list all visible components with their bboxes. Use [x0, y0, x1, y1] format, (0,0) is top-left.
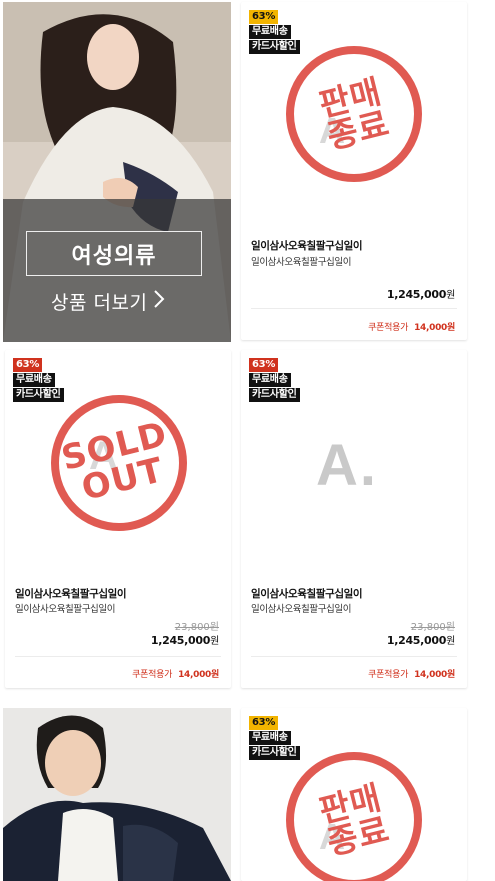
coupon-value: 14,000원 — [178, 670, 219, 680]
chevron-right-icon — [153, 289, 165, 314]
original-price: 23,800원 — [174, 622, 219, 633]
price-currency: 원 — [446, 636, 455, 647]
divider — [15, 656, 221, 657]
price-currency: 원 — [210, 636, 219, 647]
sold-out-stamp: 판매 종료 — [286, 752, 422, 881]
original-price: 23,800원 — [410, 622, 455, 633]
free-shipping-badge: 무료배송 — [249, 25, 291, 39]
free-shipping-badge: 무료배송 — [249, 373, 291, 387]
more-products-link[interactable]: 상품 더보기 — [51, 288, 165, 315]
discount-badge: 63% — [249, 358, 279, 372]
product-card[interactable]: 63% 무료배송 카드사할인 A. 일이삼사오육칠팔구십일이 일이삼사오육칠팔구… — [241, 350, 467, 688]
discount-badge: 63% — [13, 358, 43, 372]
placeholder-logo-icon: A. — [316, 433, 378, 498]
badge-group: 63% 무료배송 카드사할인 — [13, 358, 64, 402]
price-currency: 원 — [446, 290, 455, 301]
card-discount-badge: 카드사할인 — [249, 388, 300, 402]
product-name[interactable]: 일이삼사오육칠팔구십일이 — [15, 586, 127, 601]
category-title: 여성의류 — [26, 231, 202, 276]
product-description: 일이삼사오육칠팔구십일이 — [251, 257, 352, 268]
price-value: 1,245,000 — [386, 288, 447, 301]
price-value: 1,245,000 — [150, 634, 211, 647]
product-price: 1,245,000원 — [387, 286, 455, 301]
product-card[interactable]: 63% 무료배송 카드사할인 A 판매 종료 — [241, 708, 467, 881]
free-shipping-badge: 무료배송 — [249, 731, 291, 745]
product-price: 1,245,000원 — [151, 632, 219, 647]
free-shipping-badge: 무료배송 — [13, 373, 55, 387]
product-description: 일이삼사오육칠팔구십일이 — [15, 604, 116, 615]
price-value: 1,245,000 — [386, 634, 447, 647]
badge-group: 63% 무료배송 카드사할인 — [249, 716, 300, 760]
badge-group: 63% 무료배송 카드사할인 — [249, 358, 300, 402]
category-banner-mens[interactable] — [3, 708, 231, 881]
coupon-price: 쿠폰적용가 14,000원 — [368, 320, 455, 333]
category-banner-womens[interactable]: 여성의류 상품 더보기 — [3, 2, 231, 342]
banner-photo-man — [3, 708, 231, 881]
product-name[interactable]: 일이삼사오육칠팔구십일이 — [251, 586, 363, 601]
product-price: 1,245,000원 — [387, 632, 455, 647]
card-discount-badge: 카드사할인 — [249, 40, 300, 54]
coupon-value: 14,000원 — [414, 670, 455, 680]
coupon-value: 14,000원 — [414, 323, 455, 333]
divider — [251, 656, 457, 657]
product-description: 일이삼사오육칠팔구십일이 — [251, 604, 352, 615]
coupon-label: 쿠폰적용가 — [368, 323, 409, 333]
coupon-price: 쿠폰적용가 14,000원 — [368, 667, 455, 680]
product-card[interactable]: 63% 무료배송 카드사할인 A SOLD OUT 일이삼사오육칠팔구십일이 일… — [5, 350, 231, 688]
coupon-label: 쿠폰적용가 — [132, 670, 173, 680]
discount-badge: 63% — [249, 716, 279, 730]
more-products-label: 상품 더보기 — [51, 292, 148, 314]
sold-out-stamp: SOLD OUT — [51, 395, 187, 531]
discount-badge: 63% — [249, 10, 279, 24]
coupon-label: 쿠폰적용가 — [368, 670, 409, 680]
product-card[interactable]: 63% 무료배송 카드사할인 A 판매 종료 일이삼사오육칠팔구십일이 일이삼사… — [241, 2, 467, 340]
sold-out-stamp: 판매 종료 — [286, 46, 422, 182]
coupon-price: 쿠폰적용가 14,000원 — [132, 667, 219, 680]
badge-group: 63% 무료배송 카드사할인 — [249, 10, 300, 54]
product-name[interactable]: 일이삼사오육칠팔구십일이 — [251, 238, 363, 253]
divider — [251, 308, 457, 309]
card-discount-badge: 카드사할인 — [249, 746, 300, 760]
card-discount-badge: 카드사할인 — [13, 388, 64, 402]
